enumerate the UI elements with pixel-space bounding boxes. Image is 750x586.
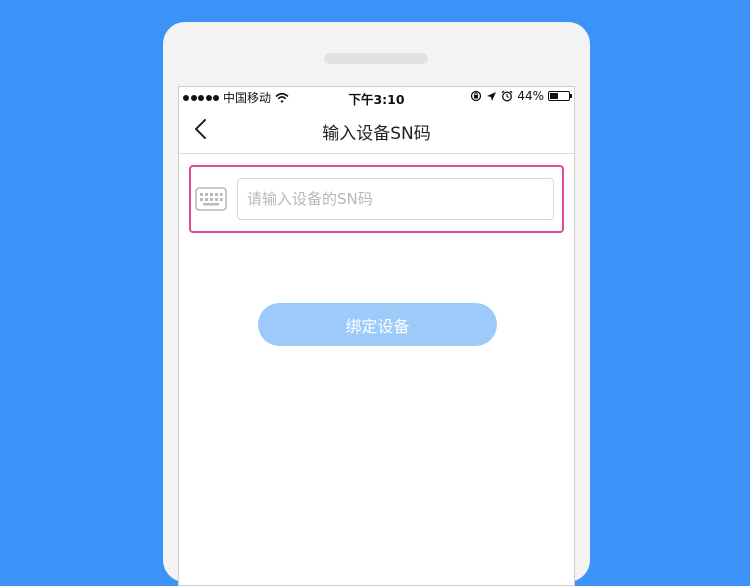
battery-icon <box>548 91 572 101</box>
bind-device-button[interactable]: 绑定设备 <box>258 303 497 346</box>
battery-percent: 44% <box>517 89 544 103</box>
navigation-bar: 输入设备SN码 <box>179 107 574 154</box>
keyboard-icon <box>195 187 227 211</box>
battery-fill <box>550 93 558 99</box>
orientation-lock-icon <box>471 90 482 102</box>
sn-input-row <box>189 165 564 233</box>
location-icon <box>487 91 497 101</box>
status-bar: 中国移动 下午3:10 44% <box>179 87 574 107</box>
phone-frame: 中国移动 下午3:10 44% 输入设备SN码 请输入设备的SN码 绑定设备 <box>163 22 590 586</box>
phone-speaker <box>324 53 428 64</box>
phone-screen: 中国移动 下午3:10 44% 输入设备SN码 请输入设备的SN码 绑定设备 <box>178 86 575 586</box>
status-right: 44% <box>470 89 572 103</box>
alarm-icon <box>501 90 513 102</box>
page-title: 输入设备SN码 <box>322 124 431 144</box>
sn-code-input[interactable] <box>237 178 554 220</box>
